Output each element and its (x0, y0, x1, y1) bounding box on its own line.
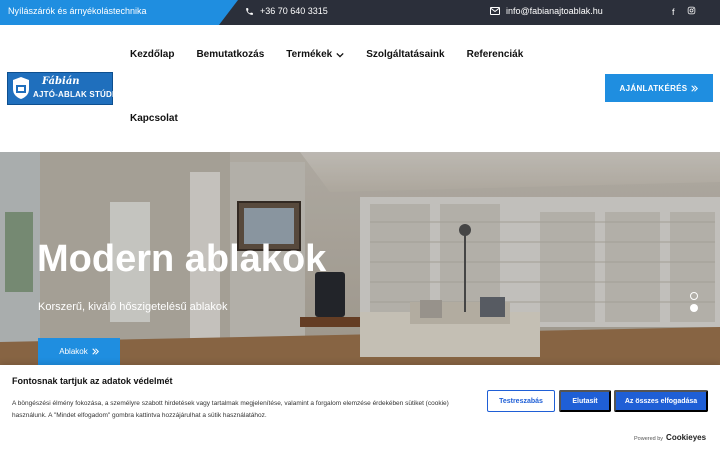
cookie-consent-banner: Fontosnak tartjuk az adatok védelmét A b… (0, 365, 720, 450)
request-quote-label: AJÁNLATKÉRÉS (619, 83, 688, 93)
slider-dot-2-active[interactable] (690, 304, 698, 312)
powered-by[interactable]: Powered by Cookieyes (634, 433, 706, 442)
nav-item-kapcsolat[interactable]: Kapcsolat (130, 113, 178, 124)
cookie-title: Fontosnak tartjuk az adatok védelmét (12, 376, 173, 386)
customize-button[interactable]: Testreszabás (487, 390, 555, 412)
instagram-icon[interactable] (687, 6, 696, 18)
logo[interactable]: Fábián AJTÓ-ABLAK STÚDIÓ (7, 72, 121, 105)
chevron-down-icon (336, 52, 344, 58)
email-link[interactable]: info@fabianajtoablak.hu (490, 6, 603, 16)
logo-subtitle: AJTÓ-ABLAK STÚDIÓ (33, 90, 121, 99)
social-links: f (672, 6, 696, 18)
envelope-icon (490, 7, 500, 15)
tagline: Nyílászárók és árnyékolástechnika (8, 6, 147, 16)
hero-subtitle: Korszerű, kiváló hőszigetelésű ablakok (38, 301, 228, 313)
cookieyes-logo: Cookieyes (666, 433, 707, 442)
phone-number: +36 70 640 3315 (260, 6, 328, 16)
top-bar: Nyílászárók és árnyékolástechnika +36 70… (0, 0, 720, 25)
nav-item-label: Termékek (286, 49, 333, 60)
nav-item-termekek[interactable]: Termékek (286, 49, 344, 60)
site-header: Fábián AJTÓ-ABLAK STÚDIÓ Kezdőlap Bemuta… (0, 25, 720, 152)
slider-dot-1[interactable] (690, 292, 698, 300)
double-chevron-right-icon (691, 84, 699, 92)
nav-item-bemutatkozas[interactable]: Bemutatkozás (196, 49, 264, 60)
request-quote-button[interactable]: AJÁNLATKÉRÉS (605, 74, 713, 102)
windows-button-label: Ablakok (59, 347, 88, 356)
nav-item-referenciak[interactable]: Referenciák (467, 49, 524, 60)
phone-icon (246, 7, 253, 15)
main-nav: Kezdőlap Bemutatkozás Termékek Szolgálta… (130, 49, 545, 60)
windows-button[interactable]: Ablakok (38, 338, 120, 365)
logo-emblem-icon (13, 77, 29, 99)
email-address: info@fabianajtoablak.hu (506, 6, 603, 16)
double-chevron-right-icon (92, 348, 99, 355)
powered-by-prefix: Powered by (634, 436, 664, 442)
hero-title: Modern ablakok (37, 238, 327, 280)
tagline-banner: Nyílászárók és árnyékolástechnika (0, 0, 238, 25)
hero-slider: Modern ablakok Korszerű, kiváló hősziget… (0, 152, 720, 365)
cookie-description: A böngészési élmény fokozása, a személyr… (12, 400, 449, 419)
logo-name: Fábián (42, 76, 80, 87)
phone-link[interactable]: +36 70 640 3315 (245, 6, 328, 16)
reject-button[interactable]: Elutasít (559, 390, 611, 412)
nav-item-szolgaltatasaink[interactable]: Szolgáltatásaink (366, 49, 444, 60)
accept-all-button[interactable]: Az összes elfogadása (614, 390, 708, 412)
facebook-icon[interactable]: f (672, 6, 675, 18)
nav-item-kezdolap[interactable]: Kezdőlap (130, 49, 174, 60)
